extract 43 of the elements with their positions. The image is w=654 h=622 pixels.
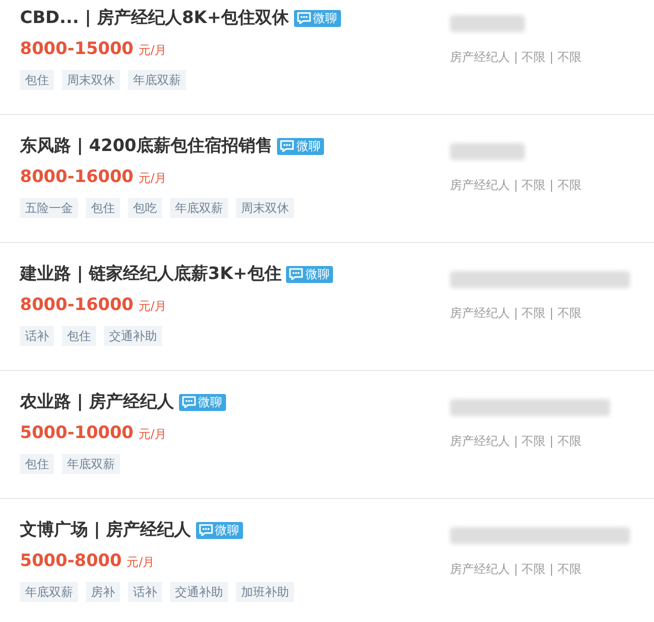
salary-unit: 元/月 <box>138 298 167 315</box>
job-title[interactable]: CBD... | 房产经纪人8K+包住双休 <box>20 6 290 30</box>
salary-unit: 元/月 <box>138 426 167 443</box>
job-requirements: 房产经纪人 | 不限 | 不限 <box>450 305 582 322</box>
benefit-tag: 话补 <box>20 326 54 346</box>
salary-range: 5000-8000 <box>20 550 122 572</box>
job-title[interactable]: 农业路 | 房产经纪人 <box>20 390 174 414</box>
salary-unit: 元/月 <box>126 554 155 571</box>
salary-unit: 元/月 <box>138 170 167 187</box>
job-title[interactable]: 文博广场 | 房产经纪人 <box>20 518 192 542</box>
salary-range: 8000-15000 <box>20 38 134 60</box>
job-requirements: 房产经纪人 | 不限 | 不限 <box>450 433 582 450</box>
salary-unit: 元/月 <box>138 42 167 59</box>
benefit-tag: 话补 <box>128 582 162 602</box>
benefit-tag: 年底双薪 <box>170 198 228 218</box>
salary-range: 5000-10000 <box>20 422 134 444</box>
benefit-tag: 包住 <box>20 454 54 474</box>
salary-range: 8000-16000 <box>20 294 134 316</box>
job-requirements: 房产经纪人 | 不限 | 不限 <box>450 561 582 578</box>
benefit-tag: 加班补助 <box>236 582 294 602</box>
benefit-tag: 包吃 <box>128 198 162 218</box>
chat-bubble-icon <box>289 268 304 280</box>
benefit-tag: 房补 <box>86 582 120 602</box>
chat-bubble-icon <box>199 524 214 536</box>
benefit-tag: 周末双休 <box>62 70 120 90</box>
salary-range: 8000-16000 <box>20 166 134 188</box>
benefit-tag: 年底双薪 <box>20 582 78 602</box>
benefit-tag: 包住 <box>20 70 54 90</box>
benefit-tag: 年底双薪 <box>62 454 120 474</box>
benefit-tag: 交通补助 <box>170 582 228 602</box>
benefit-tag: 包住 <box>62 326 96 346</box>
job-requirements: 房产经纪人 | 不限 | 不限 <box>450 177 582 194</box>
benefit-tag: 年底双薪 <box>128 70 186 90</box>
benefit-tag: 五险一金 <box>20 198 78 218</box>
benefit-tag: 交通补助 <box>104 326 162 346</box>
benefit-tag: 周末双休 <box>236 198 294 218</box>
chat-bubble-icon <box>182 396 196 408</box>
job-title[interactable]: 建业路 | 链家经纪人底薪3K+包住 <box>20 262 282 286</box>
job-requirements: 房产经纪人 | 不限 | 不限 <box>450 49 582 66</box>
benefit-tag: 包住 <box>86 198 120 218</box>
job-title[interactable]: 东风路 | 4200底薪包住宿招销售 <box>20 134 272 158</box>
chat-bubble-icon <box>297 12 312 24</box>
chat-bubble-icon <box>280 140 294 152</box>
